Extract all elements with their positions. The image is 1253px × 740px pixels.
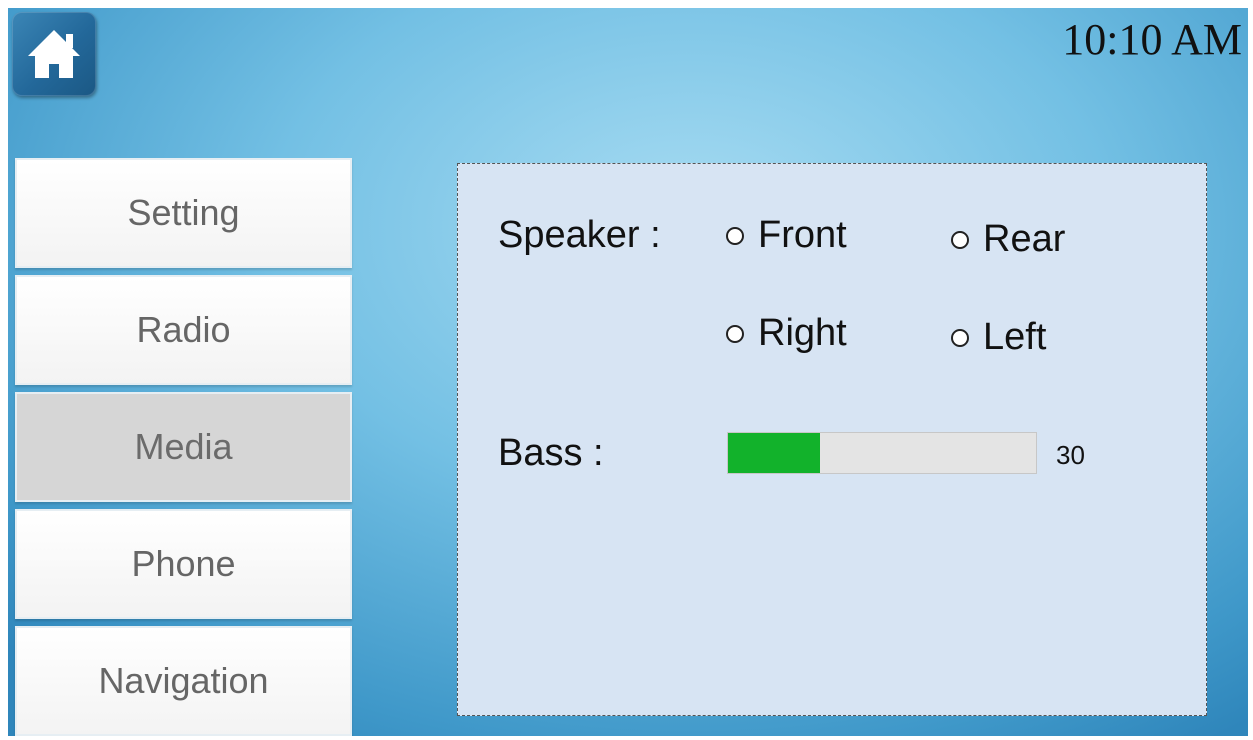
menu-item-label: Phone <box>131 543 236 584</box>
speaker-option-label: Front <box>758 214 847 256</box>
menu-item-label: Setting <box>127 192 240 233</box>
home-button[interactable] <box>12 12 96 96</box>
app-screen: 10:10 AM Setting Radio Media Phone Navig… <box>8 8 1248 736</box>
speaker-option-rear[interactable]: Rear <box>951 218 1065 261</box>
speaker-option-label: Left <box>983 316 1047 358</box>
bass-value: 30 <box>1056 440 1085 470</box>
bass-level-fill <box>728 433 821 473</box>
speaker-label: Speaker : <box>498 214 661 256</box>
speaker-option-left[interactable]: Left <box>951 316 1046 359</box>
menu-item-label: Media <box>134 426 233 467</box>
speaker-option-right[interactable]: Right <box>726 312 847 355</box>
menu-item-navigation[interactable]: Navigation <box>15 626 352 736</box>
radio-circle-icon <box>951 230 969 249</box>
menu-item-media[interactable]: Media <box>15 392 352 502</box>
menu-item-label: Radio <box>136 309 231 350</box>
speaker-option-label: Rear <box>983 218 1066 260</box>
menu-item-radio[interactable]: Radio <box>15 275 352 385</box>
speaker-option-front[interactable]: Front <box>726 214 847 257</box>
home-icon <box>28 30 80 78</box>
speaker-option-label: Right <box>758 312 847 354</box>
radio-circle-icon <box>951 328 969 347</box>
bass-label: Bass : <box>498 432 604 474</box>
media-settings-panel: Speaker : Front Rear Right Left Bass : 3… <box>457 163 1207 716</box>
menu-item-setting[interactable]: Setting <box>15 158 352 268</box>
radio-circle-icon <box>726 324 744 343</box>
menu-item-phone[interactable]: Phone <box>15 509 352 619</box>
clock-time: 10:10 AM <box>1062 15 1242 64</box>
menu-item-label: Navigation <box>98 660 269 701</box>
radio-circle-icon <box>726 226 744 245</box>
bass-slider[interactable] <box>727 432 1037 474</box>
